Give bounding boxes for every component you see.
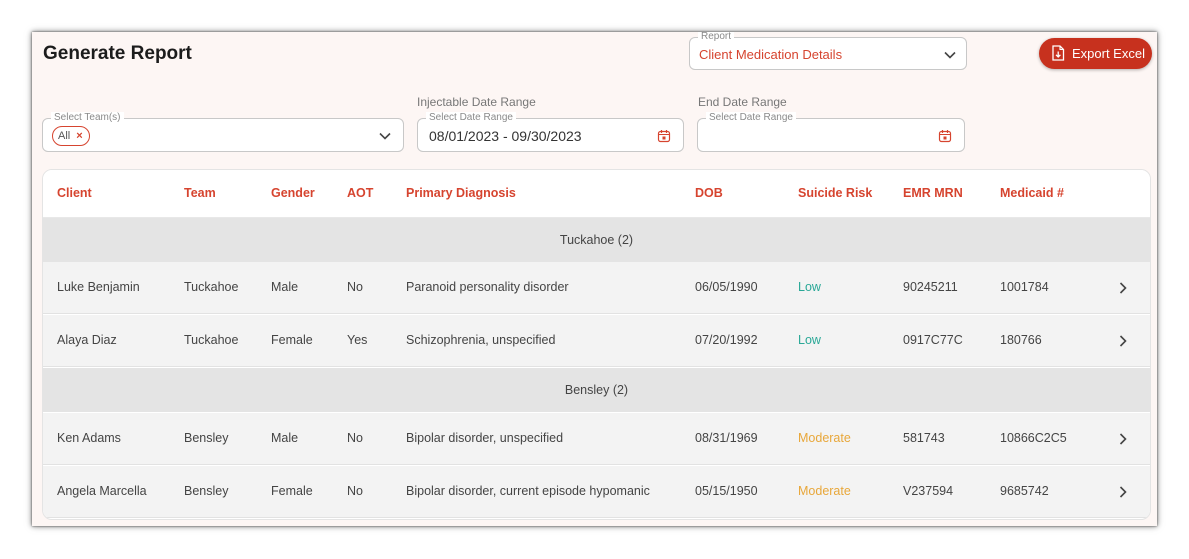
table-row[interactable]: Angela Marcella Bensley Female No Bipola… — [43, 466, 1150, 518]
team-chip-label: All — [58, 130, 71, 142]
table-row[interactable]: Luke Benjamin Tuckahoe Male No Paranoid … — [43, 262, 1150, 314]
cell-aot: No — [347, 484, 363, 498]
chevron-right-icon[interactable] — [1117, 281, 1129, 295]
table-header: Client Team Gender AOT Primary Diagnosis… — [43, 170, 1150, 218]
injectable-date-range-input[interactable]: Select Date Range 08/01/2023 - 09/30/202… — [417, 112, 684, 152]
chevron-right-icon[interactable] — [1117, 334, 1129, 348]
end-date-range-input[interactable]: Select Date Range — [697, 112, 965, 152]
cell-medicaid: 10866C2C5 — [1000, 431, 1067, 445]
report-card: Generate Report Report Client Medication… — [32, 32, 1157, 526]
cell-dob: 06/05/1990 — [695, 280, 758, 294]
column-header-suicide-risk[interactable]: Suicide Risk — [798, 186, 872, 200]
cell-team: Tuckahoe — [184, 333, 239, 347]
column-header-aot[interactable]: AOT — [347, 186, 373, 200]
group-header-row: Bensley (2) — [43, 368, 1150, 412]
column-header-dob[interactable]: DOB — [695, 186, 723, 200]
cell-suicide-risk: Moderate — [798, 484, 851, 498]
cell-primary-diagnosis: Schizophrenia, unspecified — [406, 333, 556, 347]
cell-medicaid: 180766 — [1000, 333, 1042, 347]
group-header-row: Tuckahoe (2) — [43, 218, 1150, 262]
cell-suicide-risk: Low — [798, 333, 821, 347]
file-export-icon — [1052, 45, 1065, 61]
cell-aot: Yes — [347, 333, 368, 347]
cell-team: Bensley — [184, 484, 229, 498]
cell-aot: No — [347, 431, 363, 445]
column-header-medicaid[interactable]: Medicaid # — [1000, 186, 1064, 200]
chevron-down-icon[interactable] — [943, 48, 957, 62]
injectable-date-range-label: Injectable Date Range — [417, 95, 536, 109]
table-row[interactable]: Ken Adams Bensley Male No Bipolar disord… — [43, 413, 1150, 465]
cell-emr-mrn: 581743 — [903, 431, 945, 445]
cell-medicaid: 9685742 — [1000, 484, 1049, 498]
cell-medicaid: 1001784 — [1000, 280, 1049, 294]
cell-primary-diagnosis: Paranoid personality disorder — [406, 280, 569, 294]
column-header-team[interactable]: Team — [184, 186, 216, 200]
report-select-value: Client Medication Details — [699, 47, 843, 62]
cell-suicide-risk: Low — [798, 280, 821, 294]
table-row[interactable]: Alaya Diaz Tuckahoe Female Yes Schizophr… — [43, 315, 1150, 367]
cell-gender: Female — [271, 333, 313, 347]
column-header-emr-mrn[interactable]: EMR MRN — [903, 186, 963, 200]
column-header-gender[interactable]: Gender — [271, 186, 315, 200]
team-select[interactable]: Select Team(s) All × — [42, 112, 404, 152]
calendar-icon[interactable] — [938, 129, 952, 143]
report-select[interactable]: Report Client Medication Details — [689, 32, 967, 70]
column-header-primary-diagnosis[interactable]: Primary Diagnosis — [406, 186, 516, 200]
cell-team: Bensley — [184, 431, 229, 445]
injectable-date-range-value: 08/01/2023 - 09/30/2023 — [429, 128, 582, 144]
cell-dob: 08/31/1969 — [695, 431, 758, 445]
cell-client: Angela Marcella — [57, 484, 147, 498]
cell-emr-mrn: 0917C77C — [903, 333, 963, 347]
chevron-right-icon[interactable] — [1117, 432, 1129, 446]
cell-primary-diagnosis: Bipolar disorder, unspecified — [406, 431, 564, 445]
team-chip-all: All × — [52, 126, 90, 146]
page-title: Generate Report — [43, 43, 192, 64]
cell-client: Ken Adams — [57, 431, 121, 445]
calendar-icon[interactable] — [657, 129, 671, 143]
end-date-range-label: End Date Range — [698, 95, 787, 109]
cell-gender: Female — [271, 484, 313, 498]
cell-aot: No — [347, 280, 363, 294]
cell-client: Alaya Diaz — [57, 333, 117, 347]
export-excel-button[interactable]: Export Excel — [1039, 38, 1152, 69]
team-select-label: Select Team(s) — [51, 112, 124, 124]
cell-client: Luke Benjamin — [57, 280, 140, 294]
cell-gender: Male — [271, 431, 299, 445]
column-header-client[interactable]: Client — [57, 186, 92, 200]
cell-emr-mrn: 90245211 — [903, 280, 958, 294]
cell-team: Tuckahoe — [184, 280, 239, 294]
cell-primary-diagnosis: Bipolar disorder, current episode hypoma… — [406, 484, 650, 498]
date-range-float-label: Select Date Range — [426, 112, 516, 124]
cell-gender: Male — [271, 280, 299, 294]
cell-suicide-risk: Moderate — [798, 431, 851, 445]
chip-remove-icon[interactable]: × — [76, 127, 82, 145]
report-table: Client Team Gender AOT Primary Diagnosis… — [42, 169, 1151, 520]
chevron-right-icon[interactable] — [1117, 485, 1129, 499]
report-select-label: Report — [698, 32, 735, 43]
cell-dob: 07/20/1992 — [695, 333, 758, 347]
cell-dob: 05/15/1950 — [695, 484, 758, 498]
export-excel-label: Export Excel — [1072, 46, 1145, 61]
cell-emr-mrn: V237594 — [903, 484, 954, 498]
chevron-down-icon[interactable] — [378, 129, 392, 143]
date-range-float-label: Select Date Range — [706, 112, 796, 124]
